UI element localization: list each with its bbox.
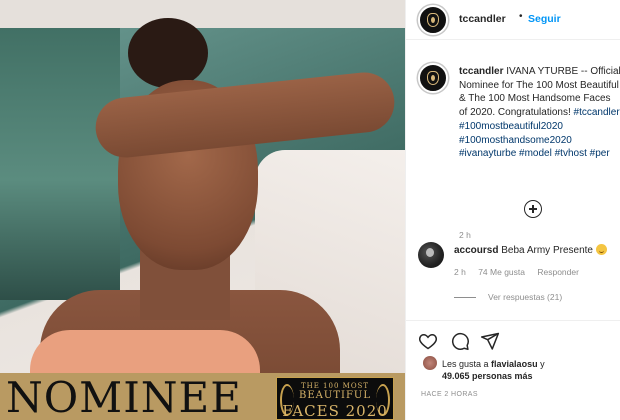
faces-2020-badge: THE 100 MOST BEAUTIFUL FACES 2020 xyxy=(276,377,394,420)
photo-background xyxy=(0,0,120,300)
post-header: tccandler • Seguir xyxy=(406,0,620,40)
post-photo[interactable]: NOMINEE THE 100 MOST BEAUTIFUL FACES 202… xyxy=(0,0,405,420)
smiley-emoji-icon xyxy=(595,244,607,255)
comment-username[interactable]: accoursd xyxy=(454,245,498,256)
comment-likes[interactable]: 74 Me gusta xyxy=(478,267,525,277)
photo-model-hair xyxy=(128,18,208,88)
view-replies-label: Ver respuestas (21) xyxy=(488,292,563,302)
view-replies-button[interactable]: Ver respuestas (21) xyxy=(454,292,562,302)
likes-count-suffix: personas más xyxy=(469,371,533,381)
action-bar xyxy=(406,320,620,360)
avatar[interactable] xyxy=(418,242,444,268)
caption-username[interactable]: tccandler xyxy=(459,66,503,77)
commenter-face-icon xyxy=(426,248,434,257)
caption-avatar[interactable] xyxy=(418,63,448,93)
comment-meta: 2 h 74 Me gusta Responder xyxy=(454,267,589,277)
caption-text: tccandler IVANA YTURBE -- Official Nomin… xyxy=(459,65,620,185)
nominee-banner: NOMINEE THE 100 MOST BEAUTIFUL FACES 202… xyxy=(0,373,405,420)
badge-line-1: THE 100 MOST xyxy=(300,382,370,390)
likes-line-1: Les gusta a flavialaosu y xyxy=(442,359,545,369)
speech-bubble-icon[interactable] xyxy=(450,331,470,351)
heart-icon[interactable] xyxy=(418,331,438,351)
badge-line-2: BEAUTIFUL xyxy=(299,390,371,401)
likes-suffix: y xyxy=(537,359,545,369)
list-item: accoursd Beba Army Presente 2 h 74 Me gu… xyxy=(406,240,620,282)
comment-text: accoursd Beba Army Presente xyxy=(454,244,607,256)
post-side-panel: tccandler • Seguir tccandler IVANA YTURB… xyxy=(405,0,620,420)
likes-user[interactable]: flavialaosu xyxy=(491,359,538,369)
avatar[interactable] xyxy=(423,356,437,370)
nominee-banner-text: NOMINEE xyxy=(6,373,242,420)
paper-plane-icon[interactable] xyxy=(480,331,500,351)
caption-time: 2 h xyxy=(459,230,471,240)
comment-time: 2 h xyxy=(454,267,466,277)
badge-line-3: FACES 2020 xyxy=(282,402,388,420)
avatar[interactable] xyxy=(418,5,448,35)
header-username[interactable]: tccandler xyxy=(459,13,506,25)
likes-line-2[interactable]: 49.065 personas más xyxy=(442,371,533,381)
load-more-comments-button[interactable] xyxy=(524,200,542,218)
comment-body: Beba Army Presente xyxy=(501,245,593,256)
likes-prefix: Les gusta a xyxy=(442,359,492,369)
photo-car-frame xyxy=(0,0,405,28)
post-timestamp[interactable]: HACE 2 HORAS xyxy=(421,391,478,398)
header-separator: • xyxy=(519,11,523,22)
reply-button[interactable]: Responder xyxy=(537,267,579,277)
brand-logo-icon xyxy=(427,71,439,85)
replies-divider xyxy=(454,297,476,299)
likes-count: 49.065 xyxy=(442,371,470,381)
follow-button[interactable]: Seguir xyxy=(528,13,561,25)
brand-logo-icon xyxy=(427,13,439,27)
likes-summary: Les gusta a flavialaosu y 49.065 persona… xyxy=(406,356,620,382)
